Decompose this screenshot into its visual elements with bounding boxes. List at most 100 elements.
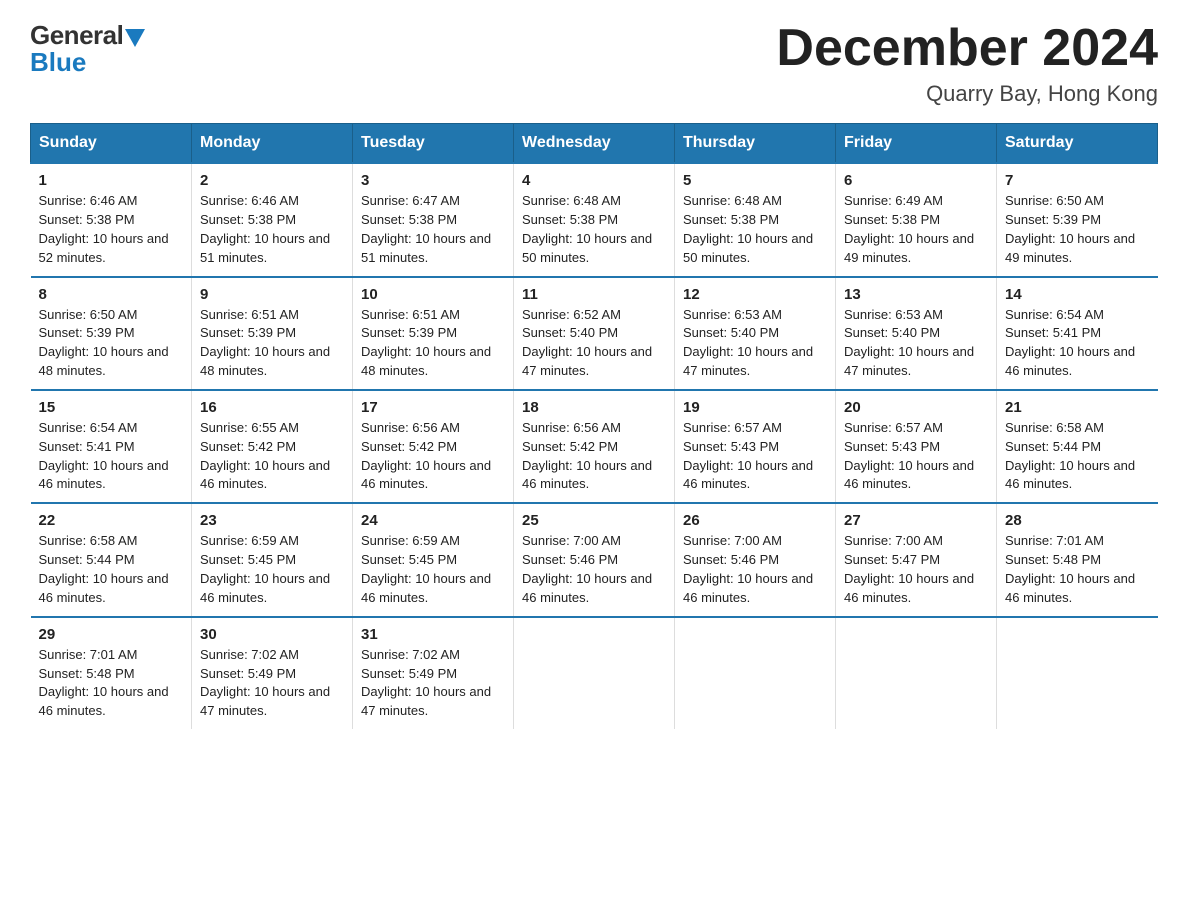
day-info: Sunrise: 7:01 AMSunset: 5:48 PMDaylight:…: [39, 647, 169, 719]
week-row-4: 22Sunrise: 6:58 AMSunset: 5:44 PMDayligh…: [31, 503, 1158, 616]
day-number: 16: [200, 399, 344, 416]
location-subtitle: Quarry Bay, Hong Kong: [776, 81, 1158, 107]
day-cell: 10Sunrise: 6:51 AMSunset: 5:39 PMDayligh…: [353, 277, 514, 390]
day-cell: 25 Sunrise: 7:00 AMSunset: 5:46 PMDayligh…: [514, 503, 675, 616]
day-info: Sunrise: 6:53 AMSunset: 5:40 PMDaylight:…: [844, 307, 974, 379]
day-info: Sunrise: 6:46 AMSunset: 5:38 PMDaylight:…: [200, 193, 330, 265]
day-number: 13: [844, 286, 988, 303]
day-cell: 31 Sunrise: 7:02 AMSunset: 5:49 PMDayligh…: [353, 617, 514, 729]
day-cell: 13 Sunrise: 6:53 AMSunset: 5:40 PMDayligh…: [836, 277, 997, 390]
day-cell: 18Sunrise: 6:56 AMSunset: 5:42 PMDayligh…: [514, 390, 675, 503]
day-number: 27: [844, 512, 988, 529]
day-info: Sunrise: 7:02 AMSunset: 5:49 PMDaylight:…: [200, 647, 330, 719]
weekday-header-sunday: Sunday: [31, 124, 192, 164]
day-number: 4: [522, 172, 666, 189]
day-cell: 19Sunrise: 6:57 AMSunset: 5:43 PMDayligh…: [675, 390, 836, 503]
day-number: 9: [200, 286, 344, 303]
day-number: 28: [1005, 512, 1150, 529]
day-number: 11: [522, 286, 666, 303]
page-header: General Blue December 2024 Quarry Bay, H…: [30, 20, 1158, 107]
day-info: Sunrise: 6:55 AMSunset: 5:42 PMDaylight:…: [200, 420, 330, 492]
day-number: 23: [200, 512, 344, 529]
day-cell: 4 Sunrise: 6:48 AMSunset: 5:38 PMDaylight…: [514, 163, 675, 276]
weekday-header-thursday: Thursday: [675, 124, 836, 164]
day-number: 8: [39, 286, 184, 303]
day-cell: 24 Sunrise: 6:59 AMSunset: 5:45 PMDayligh…: [353, 503, 514, 616]
day-info: Sunrise: 6:56 AMSunset: 5:42 PMDaylight:…: [361, 420, 491, 492]
day-info: Sunrise: 7:00 AMSunset: 5:46 PMDaylight:…: [683, 533, 813, 605]
weekday-header-row: SundayMondayTuesdayWednesdayThursdayFrid…: [31, 124, 1158, 164]
day-cell: [514, 617, 675, 729]
weekday-header-saturday: Saturday: [997, 124, 1158, 164]
day-info: Sunrise: 6:53 AMSunset: 5:40 PMDaylight:…: [683, 307, 813, 379]
day-cell: 2 Sunrise: 6:46 AMSunset: 5:38 PMDaylight…: [192, 163, 353, 276]
day-info: Sunrise: 6:50 AMSunset: 5:39 PMDaylight:…: [39, 307, 169, 379]
day-number: 20: [844, 399, 988, 416]
day-info: Sunrise: 6:48 AMSunset: 5:38 PMDaylight:…: [683, 193, 813, 265]
day-info: Sunrise: 6:46 AMSunset: 5:38 PMDaylight:…: [39, 193, 169, 265]
day-number: 30: [200, 626, 344, 643]
week-row-1: 1 Sunrise: 6:46 AMSunset: 5:38 PMDaylight…: [31, 163, 1158, 276]
day-info: Sunrise: 6:59 AMSunset: 5:45 PMDaylight:…: [200, 533, 330, 605]
day-cell: 7Sunrise: 6:50 AMSunset: 5:39 PMDaylight…: [997, 163, 1158, 276]
day-cell: 11Sunrise: 6:52 AMSunset: 5:40 PMDayligh…: [514, 277, 675, 390]
day-number: 6: [844, 172, 988, 189]
calendar-table: SundayMondayTuesdayWednesdayThursdayFrid…: [30, 123, 1158, 729]
day-cell: 9Sunrise: 6:51 AMSunset: 5:39 PMDaylight…: [192, 277, 353, 390]
day-cell: 28Sunrise: 7:01 AMSunset: 5:48 PMDayligh…: [997, 503, 1158, 616]
day-info: Sunrise: 6:49 AMSunset: 5:38 PMDaylight:…: [844, 193, 974, 265]
day-number: 26: [683, 512, 827, 529]
day-cell: [675, 617, 836, 729]
weekday-header-friday: Friday: [836, 124, 997, 164]
day-cell: 21 Sunrise: 6:58 AMSunset: 5:44 PMDayligh…: [997, 390, 1158, 503]
day-info: Sunrise: 6:58 AMSunset: 5:44 PMDaylight:…: [39, 533, 169, 605]
logo: General Blue: [30, 20, 145, 78]
day-number: 17: [361, 399, 505, 416]
day-cell: 26 Sunrise: 7:00 AMSunset: 5:46 PMDayligh…: [675, 503, 836, 616]
day-number: 15: [39, 399, 184, 416]
day-cell: 17 Sunrise: 6:56 AMSunset: 5:42 PMDayligh…: [353, 390, 514, 503]
day-number: 29: [39, 626, 184, 643]
day-info: Sunrise: 6:57 AMSunset: 5:43 PMDaylight:…: [683, 420, 813, 492]
month-title: December 2024: [776, 20, 1158, 77]
weekday-header-wednesday: Wednesday: [514, 124, 675, 164]
day-cell: 20 Sunrise: 6:57 AMSunset: 5:43 PMDayligh…: [836, 390, 997, 503]
day-cell: 5 Sunrise: 6:48 AMSunset: 5:38 PMDaylight…: [675, 163, 836, 276]
day-cell: 12 Sunrise: 6:53 AMSunset: 5:40 PMDayligh…: [675, 277, 836, 390]
day-cell: 16 Sunrise: 6:55 AMSunset: 5:42 PMDayligh…: [192, 390, 353, 503]
day-cell: 27 Sunrise: 7:00 AMSunset: 5:47 PMDayligh…: [836, 503, 997, 616]
day-cell: 30 Sunrise: 7:02 AMSunset: 5:49 PMDayligh…: [192, 617, 353, 729]
day-info: Sunrise: 6:54 AMSunset: 5:41 PMDaylight:…: [1005, 307, 1135, 379]
day-number: 1: [39, 172, 184, 189]
day-cell: 14 Sunrise: 6:54 AMSunset: 5:41 PMDayligh…: [997, 277, 1158, 390]
week-row-3: 15Sunrise: 6:54 AMSunset: 5:41 PMDayligh…: [31, 390, 1158, 503]
day-number: 21: [1005, 399, 1150, 416]
day-number: 25: [522, 512, 666, 529]
day-info: Sunrise: 6:48 AMSunset: 5:38 PMDaylight:…: [522, 193, 652, 265]
day-number: 14: [1005, 286, 1150, 303]
day-number: 24: [361, 512, 505, 529]
day-cell: 22Sunrise: 6:58 AMSunset: 5:44 PMDayligh…: [31, 503, 192, 616]
logo-arrow-icon: [125, 29, 145, 47]
day-cell: 29 Sunrise: 7:01 AMSunset: 5:48 PMDayligh…: [31, 617, 192, 729]
day-number: 31: [361, 626, 505, 643]
day-info: Sunrise: 6:50 AMSunset: 5:39 PMDaylight:…: [1005, 193, 1135, 265]
day-number: 3: [361, 172, 505, 189]
day-number: 5: [683, 172, 827, 189]
day-cell: [997, 617, 1158, 729]
day-info: Sunrise: 7:02 AMSunset: 5:49 PMDaylight:…: [361, 647, 491, 719]
day-cell: [836, 617, 997, 729]
day-cell: 8 Sunrise: 6:50 AMSunset: 5:39 PMDaylight…: [31, 277, 192, 390]
day-info: Sunrise: 7:00 AMSunset: 5:46 PMDaylight:…: [522, 533, 652, 605]
day-number: 2: [200, 172, 344, 189]
day-info: Sunrise: 6:59 AMSunset: 5:45 PMDaylight:…: [361, 533, 491, 605]
day-cell: 23 Sunrise: 6:59 AMSunset: 5:45 PMDayligh…: [192, 503, 353, 616]
day-number: 12: [683, 286, 827, 303]
weekday-header-monday: Monday: [192, 124, 353, 164]
title-block: December 2024 Quarry Bay, Hong Kong: [776, 20, 1158, 107]
day-info: Sunrise: 6:57 AMSunset: 5:43 PMDaylight:…: [844, 420, 974, 492]
day-info: Sunrise: 7:00 AMSunset: 5:47 PMDaylight:…: [844, 533, 974, 605]
weekday-header-tuesday: Tuesday: [353, 124, 514, 164]
day-info: Sunrise: 6:58 AMSunset: 5:44 PMDaylight:…: [1005, 420, 1135, 492]
day-info: Sunrise: 6:56 AMSunset: 5:42 PMDaylight:…: [522, 420, 652, 492]
